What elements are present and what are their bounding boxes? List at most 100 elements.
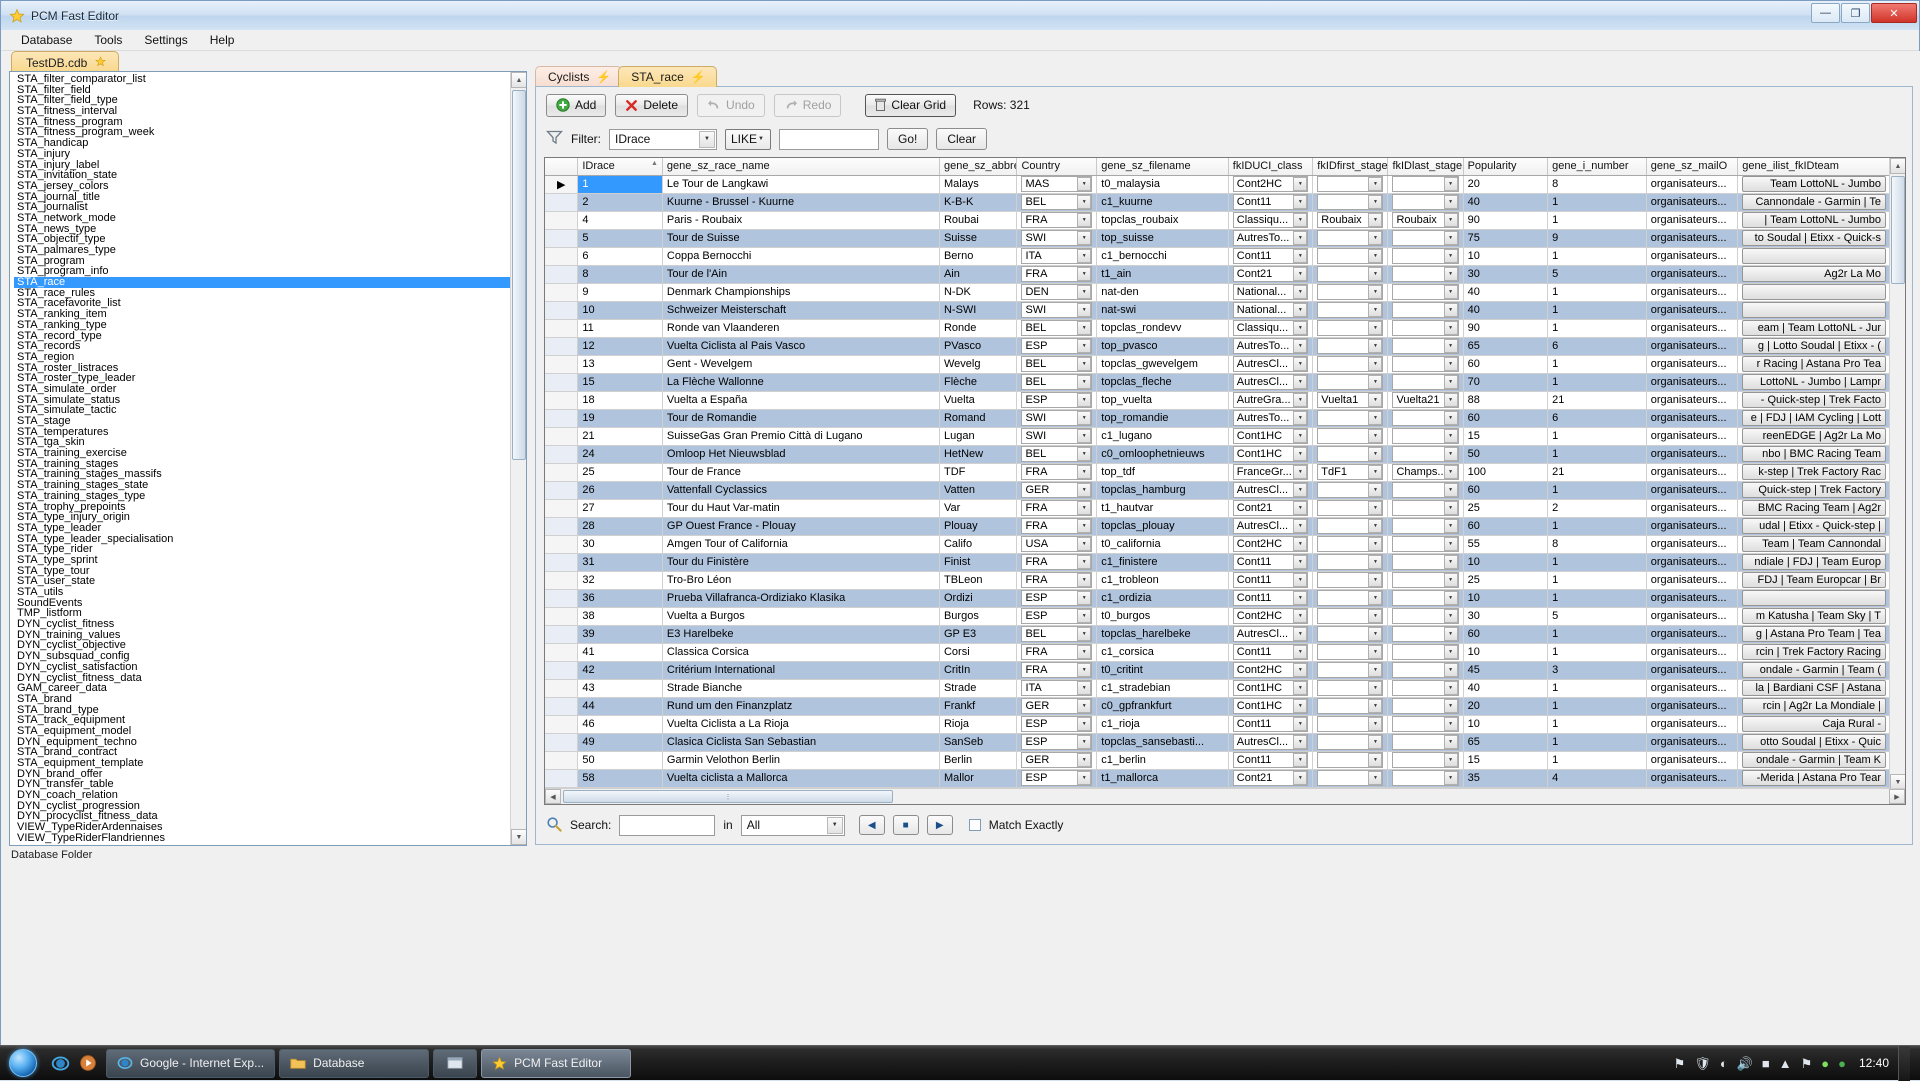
row-marker[interactable]	[545, 661, 578, 679]
table-row[interactable]: 6Coppa BernocchiBernoITA▼c1_bernocchiCon…	[545, 247, 1891, 265]
uci_class-combo[interactable]: AutresTo...▼	[1233, 410, 1309, 426]
first_stage-combo[interactable]: ▼	[1317, 608, 1383, 624]
cell-abbrev[interactable]: Burgos	[939, 607, 1016, 625]
cell-mail[interactable]: organisateurs...	[1646, 481, 1738, 499]
minimize-button[interactable]: —	[1811, 3, 1840, 23]
cell-number[interactable]: 1	[1548, 679, 1647, 697]
cell-uci_class[interactable]: AutresCl...▼	[1228, 625, 1313, 643]
cell-race_name[interactable]: GP Ouest France - Plouay	[662, 517, 939, 535]
cell-popularity[interactable]: 65	[1463, 733, 1548, 751]
cell-last_stage[interactable]: Champs...▼	[1388, 463, 1463, 481]
chevron-down-icon[interactable]: ▼	[1368, 699, 1382, 713]
menu-item-settings[interactable]: Settings	[134, 30, 197, 50]
cell-popularity[interactable]: 10	[1463, 643, 1548, 661]
cell-filename[interactable]: topclas_fleche	[1097, 373, 1228, 391]
uci_class-combo[interactable]: AutresTo...▼	[1233, 230, 1309, 246]
cell-team[interactable]: k-step | Trek Factory Rac	[1738, 463, 1891, 481]
cell-idrace[interactable]: 38	[578, 607, 663, 625]
cell-abbrev[interactable]: GP E3	[939, 625, 1016, 643]
cell-number[interactable]: 1	[1548, 643, 1647, 661]
chevron-down-icon[interactable]: ▼	[1368, 285, 1382, 299]
cell-first_stage[interactable]: ▼	[1313, 661, 1388, 679]
cell-popularity[interactable]: 90	[1463, 211, 1548, 229]
cell-number[interactable]: 1	[1548, 571, 1647, 589]
chevron-down-icon[interactable]: ▼	[1293, 267, 1307, 281]
chevron-down-icon[interactable]: ▼	[1444, 357, 1458, 371]
cell-team[interactable]: otto Soudal | Etixx - Quic	[1738, 733, 1891, 751]
chevron-down-icon[interactable]: ▼	[1077, 627, 1091, 641]
cell-uci_class[interactable]: National...▼	[1228, 283, 1313, 301]
cell-first_stage[interactable]: ▼	[1313, 481, 1388, 499]
chevron-down-icon[interactable]: ▼	[1368, 303, 1382, 317]
cell-first_stage[interactable]: ▼	[1313, 319, 1388, 337]
uci_class-combo[interactable]: Cont1HC▼	[1233, 680, 1309, 696]
first_stage-combo[interactable]: ▼	[1317, 356, 1383, 372]
cell-race_name[interactable]: Tour de Suisse	[662, 229, 939, 247]
table-row[interactable]: 32Tro-Bro LéonTBLeonFRA▼c1_trobleonCont1…	[545, 571, 1891, 589]
cell-team[interactable]: ondale - Garmin | Team K	[1738, 751, 1891, 769]
cell-number[interactable]: 8	[1548, 535, 1647, 553]
cell-idrace[interactable]: 43	[578, 679, 663, 697]
country-combo[interactable]: ESP▼	[1021, 608, 1092, 624]
cell-race_name[interactable]: Amgen Tour of California	[662, 535, 939, 553]
header-country[interactable]: Country	[1017, 158, 1097, 175]
cell-uci_class[interactable]: Cont1HC▼	[1228, 679, 1313, 697]
cell-country[interactable]: GER▼	[1017, 697, 1097, 715]
row-marker[interactable]	[545, 211, 578, 229]
cell-mail[interactable]: organisateurs...	[1646, 427, 1738, 445]
header-last-stage[interactable]: fkIDlast_stage	[1388, 158, 1463, 175]
first_stage-combo[interactable]: ▼	[1317, 680, 1383, 696]
cell-first_stage[interactable]: ▼	[1313, 409, 1388, 427]
uci_class-combo[interactable]: AutresCl...▼	[1233, 518, 1309, 534]
table-row[interactable]: 13Gent - WevelgemWevelgBEL▼topclas_gweve…	[545, 355, 1891, 373]
team-list-button[interactable]: to Soudal | Etixx - Quick-s	[1742, 230, 1886, 246]
cell-popularity[interactable]: 20	[1463, 697, 1548, 715]
chevron-down-icon[interactable]: ▼	[1293, 645, 1307, 659]
cell-idrace[interactable]: 27	[578, 499, 663, 517]
row-marker[interactable]	[545, 463, 578, 481]
country-combo[interactable]: BEL▼	[1021, 356, 1092, 372]
country-combo[interactable]: FRA▼	[1021, 266, 1092, 282]
cell-uci_class[interactable]: Classiqu...▼	[1228, 319, 1313, 337]
cell-number[interactable]: 1	[1548, 283, 1647, 301]
cell-number[interactable]: 21	[1548, 391, 1647, 409]
cell-popularity[interactable]: 60	[1463, 355, 1548, 373]
cell-race_name[interactable]: Le Tour de Langkawi	[662, 175, 939, 193]
shield-icon[interactable]: 🛡	[1694, 1056, 1711, 1072]
header-abbrev[interactable]: gene_sz_abbre	[939, 158, 1016, 175]
row-marker[interactable]	[545, 517, 578, 535]
cell-filename[interactable]: t1_mallorca	[1097, 769, 1228, 787]
cell-first_stage[interactable]: ▼	[1313, 337, 1388, 355]
country-combo[interactable]: FRA▼	[1021, 572, 1092, 588]
last_stage-combo[interactable]: ▼	[1392, 572, 1458, 588]
first_stage-combo[interactable]: ▼	[1317, 446, 1383, 462]
cell-first_stage[interactable]: ▼	[1313, 355, 1388, 373]
chevron-down-icon[interactable]: ▼	[1368, 411, 1382, 425]
cell-first_stage[interactable]: ▼	[1313, 229, 1388, 247]
cell-last_stage[interactable]: ▼	[1388, 427, 1463, 445]
cell-abbrev[interactable]: SanSeb	[939, 733, 1016, 751]
team-list-button[interactable]: Ag2r La Mo	[1742, 266, 1886, 282]
cell-filename[interactable]: c1_stradebian	[1097, 679, 1228, 697]
chevron-down-icon[interactable]: ▼	[1293, 681, 1307, 695]
cell-country[interactable]: FRA▼	[1017, 211, 1097, 229]
uci_class-combo[interactable]: AutresCl...▼	[1233, 356, 1309, 372]
cell-popularity[interactable]: 40	[1463, 193, 1548, 211]
chevron-down-icon[interactable]: ▼	[1444, 681, 1458, 695]
cell-first_stage[interactable]: ▼	[1313, 625, 1388, 643]
cell-idrace[interactable]: 5	[578, 229, 663, 247]
cell-first_stage[interactable]: ▼	[1313, 301, 1388, 319]
last_stage-combo[interactable]: ▼	[1392, 536, 1458, 552]
cell-first_stage[interactable]: ▼	[1313, 193, 1388, 211]
cell-first_stage[interactable]: ▼	[1313, 499, 1388, 517]
cell-last_stage[interactable]: ▼	[1388, 499, 1463, 517]
cell-uci_class[interactable]: Cont11▼	[1228, 553, 1313, 571]
country-combo[interactable]: FRA▼	[1021, 212, 1092, 228]
cell-race_name[interactable]: Vuelta a España	[662, 391, 939, 409]
clear-grid-button[interactable]: Clear Grid	[865, 94, 956, 117]
cell-first_stage[interactable]: ▼	[1313, 769, 1388, 787]
table-row[interactable]: 42Critérium InternationalCritInFRA▼t0_cr…	[545, 661, 1891, 679]
chevron-down-icon[interactable]: ▼	[1077, 501, 1091, 515]
chevron-down-icon[interactable]: ▼	[1444, 321, 1458, 335]
chevron-down-icon[interactable]: ▼	[1077, 483, 1091, 497]
